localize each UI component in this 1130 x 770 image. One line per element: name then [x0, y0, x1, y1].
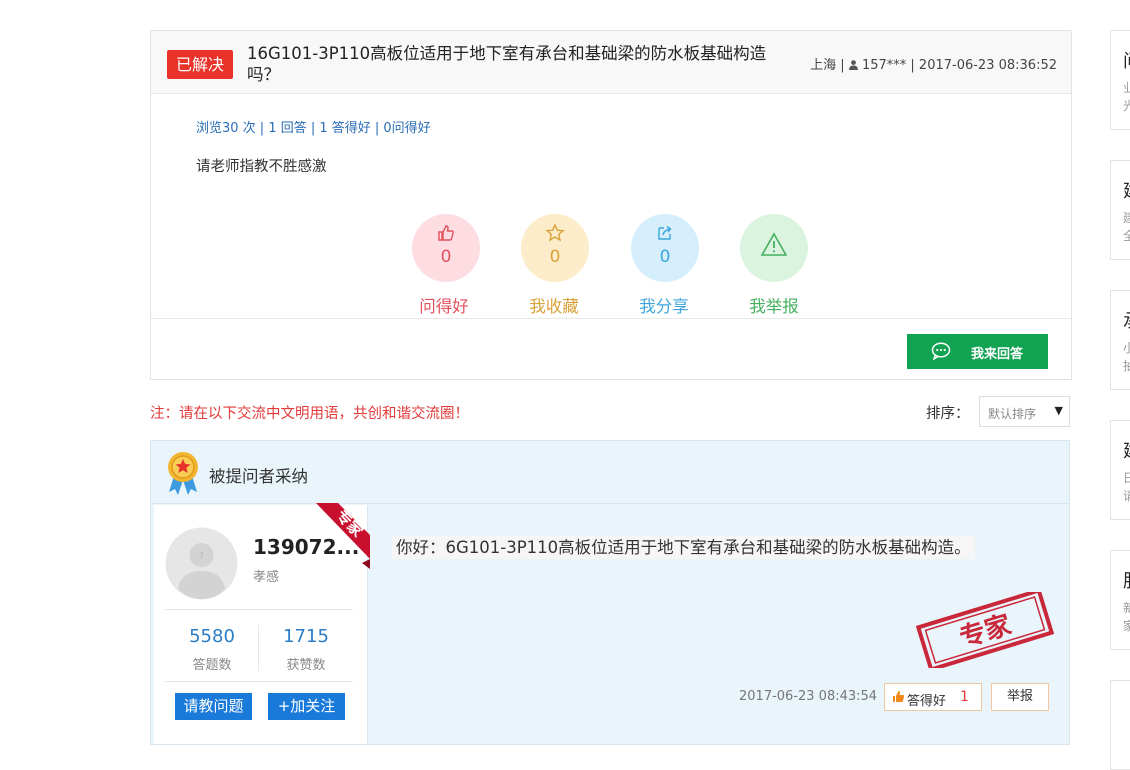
share-icon — [658, 225, 672, 240]
question-title: 16G101-3P110高板位适用于地下室有承台和基础梁的防水板基础构造吗？ — [247, 44, 767, 84]
solved-badge: 已解决 — [167, 50, 233, 79]
sidebar-card-text: 业 — [1123, 79, 1130, 96]
favorite-count: 0 — [549, 247, 561, 267]
question-asker[interactable]: 157*** — [862, 58, 906, 73]
question-datetime: 2017-06-23 08:36:52 — [918, 58, 1057, 73]
answer-text-content: 你好：6G101-3P110高板位适用于地下室有承台和基础梁的防水板基础构造。 — [392, 536, 975, 559]
sort-select[interactable]: 默认排序 ▼ — [979, 396, 1070, 427]
sidebar-card[interactable]: 承 小 抽 — [1110, 290, 1130, 390]
divider — [165, 609, 353, 610]
answerer-panel: ? 139072... 孝感 专家 5580 答题数 1715 获赞数 请教问题… — [154, 503, 370, 744]
report-answer-button[interactable]: 举报 — [991, 683, 1049, 711]
answer-button[interactable]: 我来回答 — [907, 334, 1048, 369]
star-icon — [545, 223, 565, 242]
report-question-button[interactable] — [740, 214, 808, 282]
sidebar-card-text: 请 — [1123, 487, 1130, 504]
sidebar-card[interactable] — [1110, 680, 1130, 770]
sidebar-card-text: 日 — [1123, 469, 1130, 486]
question-location: 上海 — [810, 58, 837, 73]
question-stats: 浏览30 次 | 1 回答 | 1 答得好 | 0问得好 — [196, 121, 431, 136]
thumbs-up-icon — [438, 225, 454, 241]
sidebar-card-text: 光 — [1123, 97, 1130, 114]
answer-count: 5580 — [189, 626, 235, 647]
dropdown-arrow-icon: ▼ — [1054, 404, 1063, 417]
warning-icon — [761, 232, 787, 256]
sidebar-card-title: 服 — [1123, 567, 1130, 593]
sidebar-card-text: 家 — [1123, 617, 1130, 634]
good-question-label[interactable]: 问得好 — [399, 293, 489, 317]
share-count: 0 — [659, 247, 671, 267]
medal-icon — [168, 452, 198, 495]
answer-count-label: 答题数 — [192, 658, 232, 673]
adopted-label: 被提问者采纳 — [209, 467, 308, 486]
adopted-answer-card: 被提问者采纳 ? 139072... 孝感 专家 5580 答题数 1715 获… — [150, 440, 1070, 745]
divider — [258, 625, 259, 671]
good-answer-label: 答得好 — [907, 694, 947, 709]
question-header: 已解决 16G101-3P110高板位适用于地下室有承台和基础梁的防水板基础构造… — [151, 31, 1071, 94]
sidebar-card[interactable]: 问 业 光 — [1110, 30, 1130, 130]
answer-button-label: 我来回答 — [971, 347, 1024, 362]
question-card: 已解决 16G101-3P110高板位适用于地下室有承台和基础梁的防水板基础构造… — [150, 30, 1072, 380]
sidebar-card[interactable]: 服 新 家 — [1110, 550, 1130, 650]
like-count-label: 获赞数 — [286, 658, 326, 673]
favorite-label[interactable]: 我收藏 — [509, 293, 599, 317]
good-answer-button[interactable]: 答得好 1 — [884, 683, 982, 711]
good-answer-count: 1 — [960, 689, 969, 705]
answer-text: 你好：6G101-3P110高板位适用于地下室有承台和基础梁的防水板基础构造。 — [392, 534, 975, 559]
divider — [165, 681, 353, 682]
adopted-header: 被提问者采纳 — [151, 441, 1069, 504]
civility-notice: 注：请在以下交流中文明用语，共创和谐交流圈！ — [150, 406, 469, 422]
favorite-button[interactable]: 0 — [521, 214, 589, 282]
svg-text:?: ? — [199, 551, 204, 562]
sidebar-card[interactable]: 建 建 全 — [1110, 160, 1130, 260]
chat-bubble-icon — [931, 342, 951, 360]
sidebar-card[interactable]: 建 日 请 — [1110, 420, 1130, 520]
sidebar-card-title: 建 — [1123, 177, 1130, 203]
report-question-label[interactable]: 我举报 — [729, 293, 819, 317]
share-label[interactable]: 我分享 — [619, 293, 709, 317]
sort-label: 排序： — [926, 406, 970, 422]
answerer-city: 孝感 — [253, 570, 280, 585]
sidebar-card-title: 问 — [1123, 47, 1130, 73]
sidebar-card-title: 承 — [1123, 307, 1130, 333]
answer-datetime: 2017-06-23 08:43:54 — [739, 689, 878, 704]
share-button[interactable]: 0 — [631, 214, 699, 282]
sort-select-value: 默认排序 — [988, 407, 1037, 421]
expert-stamp: 专家 — [915, 592, 1055, 668]
question-body: 请老师指教不胜感激 — [196, 159, 327, 175]
follow-button[interactable]: +加关注 — [268, 693, 345, 720]
expert-ribbon: 专家 — [316, 503, 370, 569]
like-count: 1715 — [283, 626, 329, 647]
question-meta: 上海 | 157*** | 2017-06-23 08:36:52 — [810, 58, 1057, 73]
avatar[interactable]: ? — [165, 527, 238, 600]
sidebar-card-text: 抽 — [1123, 357, 1130, 374]
thumbs-up-icon — [893, 691, 905, 702]
sidebar-card-text: 建 — [1123, 209, 1130, 226]
user-icon — [848, 60, 858, 70]
ask-question-button[interactable]: 请教问题 — [175, 693, 252, 720]
sidebar-card-title: 建 — [1123, 437, 1130, 463]
good-question-button[interactable]: 0 — [412, 214, 480, 282]
sidebar-card-text: 全 — [1123, 227, 1130, 244]
sidebar-card-text: 小 — [1123, 339, 1130, 356]
sidebar-card-text: 新 — [1123, 599, 1130, 616]
good-question-count: 0 — [440, 247, 452, 267]
